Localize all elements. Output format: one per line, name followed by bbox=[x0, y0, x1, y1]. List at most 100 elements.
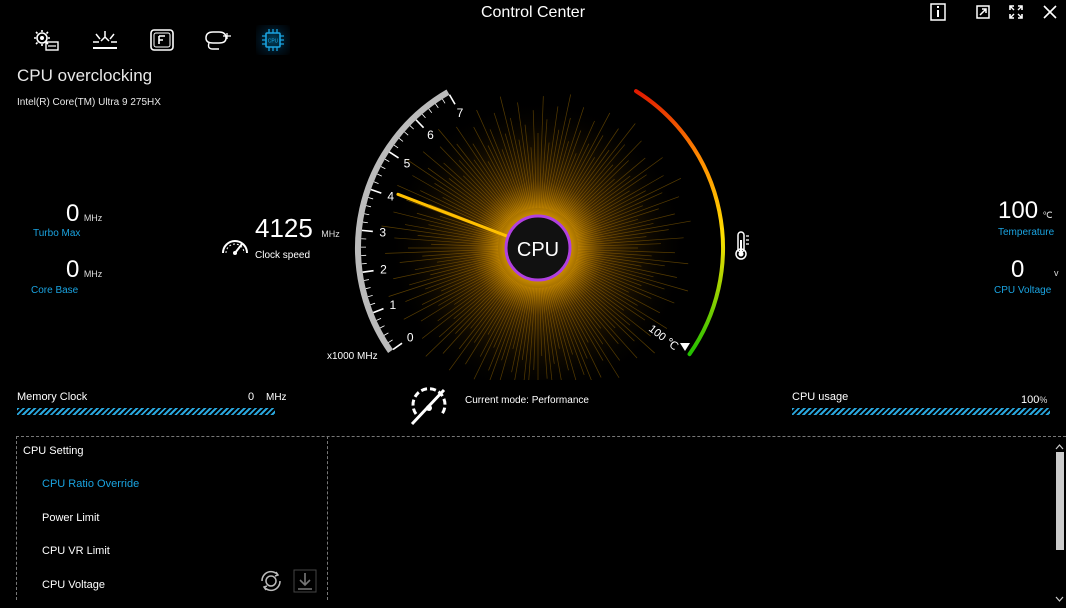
gear-refresh-icon bbox=[258, 568, 284, 594]
gauge-tick-label: 0 bbox=[407, 330, 414, 344]
temperature-unit: ℃ bbox=[1043, 210, 1053, 220]
tab-lighting[interactable] bbox=[88, 25, 122, 55]
gauge-minor-tick bbox=[384, 333, 388, 335]
gauge-minor-tick bbox=[363, 222, 368, 223]
temperature-label: Temperature bbox=[998, 227, 1054, 238]
gauge-major-tick bbox=[389, 152, 398, 158]
gear-settings-icon bbox=[32, 28, 60, 52]
gauge-minor-tick bbox=[374, 182, 379, 184]
gauge-minor-tick bbox=[376, 318, 381, 320]
core-base-label: Core Base bbox=[31, 285, 78, 296]
tab-devices[interactable] bbox=[201, 25, 235, 55]
tab-cpu[interactable]: CPU bbox=[256, 25, 290, 55]
turbo-max-unit: MHz bbox=[84, 213, 103, 223]
gauge-minor-tick bbox=[366, 206, 371, 207]
gauge-minor-tick bbox=[394, 145, 398, 148]
gauge-tick-label: 5 bbox=[404, 156, 411, 170]
gauge-major-tick bbox=[416, 120, 424, 128]
close-icon bbox=[1043, 5, 1057, 19]
cpu-usage-bar bbox=[792, 408, 1050, 415]
gauge-scale-label: x1000 MHz bbox=[327, 351, 378, 362]
gauge-minor-tick bbox=[429, 109, 432, 113]
menu-item-cpu-ratio-override[interactable]: CPU Ratio Override bbox=[42, 478, 139, 490]
gauge-tick-label: 4 bbox=[387, 189, 394, 203]
gauge-minor-tick bbox=[422, 114, 425, 118]
cpu-usage-value: 100 bbox=[1021, 394, 1039, 406]
core-base-value: 0 bbox=[66, 256, 79, 283]
menu-item-cpu-vr-limit[interactable]: CPU VR Limit bbox=[42, 545, 110, 557]
memory-clock-label: Memory Clock bbox=[17, 391, 87, 403]
info-icon bbox=[930, 3, 946, 21]
mouse-device-icon bbox=[203, 28, 233, 52]
gauge-minor-tick bbox=[442, 99, 445, 103]
cpu-gauge: 01234567 CPU 100 ℃ bbox=[300, 80, 780, 380]
gauge-minor-tick bbox=[364, 280, 369, 281]
thermometer-icon bbox=[736, 232, 749, 259]
download-icon bbox=[293, 569, 317, 593]
gauge-minor-tick bbox=[435, 104, 438, 108]
lighting-icon bbox=[91, 29, 119, 51]
gauge-tick-label: 7 bbox=[457, 106, 464, 120]
core-base-stat: 0 MHz bbox=[66, 256, 102, 284]
cpu-usage-unit: % bbox=[1039, 395, 1047, 405]
core-base-unit: MHz bbox=[84, 269, 103, 279]
gauge-minor-tick bbox=[370, 303, 375, 305]
gauge-major-tick bbox=[450, 95, 456, 105]
menu-item-cpu-voltage[interactable]: CPU Voltage bbox=[42, 579, 105, 591]
temp-pointer-icon bbox=[680, 343, 690, 351]
gauge-major-tick bbox=[362, 230, 373, 231]
gauge-minor-tick bbox=[404, 132, 408, 135]
page-title: CPU overclocking bbox=[17, 66, 152, 86]
save-profile-button[interactable] bbox=[293, 569, 317, 598]
tab-fn-keys[interactable] bbox=[145, 25, 179, 55]
gauge-minor-tick bbox=[377, 174, 382, 176]
tab-settings[interactable] bbox=[29, 25, 63, 55]
restore-button[interactable] bbox=[971, 1, 995, 23]
cpu-voltage-unit: v bbox=[1054, 268, 1059, 278]
gauge-tick-label: 6 bbox=[427, 128, 434, 142]
cpu-voltage-value: 0 bbox=[1011, 256, 1024, 283]
memory-clock-value: 0 bbox=[248, 391, 254, 403]
restore-icon bbox=[975, 4, 991, 20]
menu-item-power-limit[interactable]: Power Limit bbox=[42, 512, 99, 524]
gauge-minor-tick bbox=[410, 126, 414, 129]
gauge-major-tick bbox=[363, 271, 374, 273]
gauge-major-tick bbox=[373, 309, 383, 313]
cpu-voltage-stat: 0 bbox=[1011, 256, 1024, 284]
apply-settings-button[interactable] bbox=[258, 568, 284, 599]
gauge-major-tick bbox=[393, 343, 402, 349]
info-button[interactable] bbox=[926, 1, 950, 23]
speedometer-icon bbox=[220, 233, 250, 262]
gauge-minor-tick bbox=[366, 288, 371, 289]
scrollbar-thumb[interactable] bbox=[1056, 452, 1064, 550]
memory-clock-bar bbox=[17, 408, 275, 415]
f-key-icon bbox=[149, 28, 175, 52]
fullscreen-button[interactable] bbox=[1004, 1, 1028, 23]
gauge-minor-tick bbox=[399, 138, 403, 141]
cpu-voltage-label: CPU Voltage bbox=[994, 285, 1051, 296]
scroll-up-icon[interactable] bbox=[1055, 438, 1064, 446]
scroll-down-icon[interactable] bbox=[1055, 590, 1064, 598]
turbo-max-stat: 0 MHz bbox=[66, 200, 102, 228]
gauge-tick-label: 3 bbox=[379, 225, 386, 239]
close-button[interactable] bbox=[1038, 1, 1062, 23]
turbo-max-label: Turbo Max bbox=[33, 228, 80, 239]
gauge-major-tick bbox=[371, 190, 381, 194]
window-title: Control Center bbox=[0, 4, 1066, 22]
gauge-minor-tick bbox=[380, 326, 384, 328]
cpu-usage-label: CPU usage bbox=[792, 391, 848, 403]
gauge-minor-tick bbox=[381, 166, 385, 168]
gauge-minor-tick bbox=[368, 295, 373, 296]
turbo-max-value: 0 bbox=[66, 200, 79, 227]
gauge-minor-tick bbox=[385, 159, 389, 162]
gauge-tick-label: 2 bbox=[380, 262, 387, 276]
svg-text:CPU: CPU bbox=[268, 39, 279, 45]
cpu-chip-icon: CPU bbox=[260, 27, 286, 53]
temperature-value: 100 bbox=[998, 197, 1038, 224]
temperature-stat: 100 ℃ bbox=[998, 197, 1053, 225]
memory-clock-unit: MHz bbox=[266, 392, 287, 403]
settings-title: CPU Setting bbox=[23, 445, 84, 457]
gauge-minor-tick bbox=[388, 340, 392, 343]
gauge-tick-label: 1 bbox=[389, 298, 396, 312]
cpu-usage-readout: 100% bbox=[1021, 390, 1047, 408]
